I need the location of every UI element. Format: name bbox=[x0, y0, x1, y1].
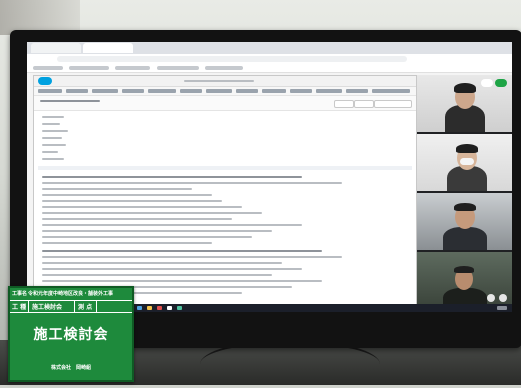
participant-video[interactable] bbox=[417, 75, 512, 132]
board-divider bbox=[28, 300, 29, 312]
search-input[interactable] bbox=[184, 80, 254, 82]
text-line bbox=[42, 188, 192, 190]
text-line bbox=[42, 274, 272, 276]
field-row bbox=[42, 137, 62, 139]
text-line bbox=[42, 212, 262, 214]
text-line bbox=[42, 206, 242, 208]
board-main-title: 施工検討会 bbox=[33, 327, 109, 343]
field-row bbox=[42, 144, 66, 146]
nav-item[interactable] bbox=[262, 89, 286, 93]
participant-body bbox=[443, 227, 487, 250]
text-line bbox=[42, 230, 272, 232]
board-subject-label: 工 種 bbox=[12, 304, 27, 311]
text-line bbox=[42, 250, 322, 252]
construction-sign-board: 工事名 令和元年度中崎地区改良・舗装外工事 工 種 施工検討会 測 点 施工検討… bbox=[8, 286, 134, 382]
text-line bbox=[42, 194, 212, 196]
app-icon[interactable] bbox=[157, 306, 162, 310]
more-icon[interactable] bbox=[499, 294, 507, 302]
nav-item[interactable] bbox=[206, 89, 232, 93]
camera-icon[interactable] bbox=[495, 79, 507, 87]
board-divider bbox=[74, 300, 75, 312]
text-line bbox=[42, 182, 342, 184]
nav-item[interactable] bbox=[290, 89, 312, 93]
bookmark-item[interactable] bbox=[69, 66, 109, 70]
browser-tab-bar bbox=[27, 42, 512, 54]
nav-item[interactable] bbox=[66, 89, 88, 93]
field-row bbox=[42, 158, 64, 160]
participant-body bbox=[445, 105, 485, 132]
app-nav-bar bbox=[34, 87, 416, 96]
board-company: 株式会社 岡崎組 bbox=[50, 365, 91, 371]
participant-hair bbox=[454, 203, 476, 211]
text-line bbox=[42, 268, 302, 270]
field-row bbox=[42, 116, 64, 118]
settings-icon[interactable] bbox=[487, 294, 495, 302]
start-icon[interactable] bbox=[137, 306, 142, 310]
participant-hair bbox=[456, 144, 478, 153]
bookmarks-bar bbox=[27, 64, 512, 73]
bookmark-item[interactable] bbox=[205, 66, 243, 70]
field-row bbox=[42, 151, 58, 153]
participant-video[interactable] bbox=[417, 134, 512, 191]
clock-icon bbox=[497, 306, 507, 310]
nav-item[interactable] bbox=[236, 89, 258, 93]
browser-tab-active[interactable] bbox=[83, 43, 133, 53]
nav-item[interactable] bbox=[148, 89, 176, 93]
text-line bbox=[42, 236, 252, 238]
text-line bbox=[42, 200, 222, 202]
header-button[interactable] bbox=[374, 100, 412, 108]
text-line bbox=[42, 256, 342, 258]
header-button[interactable] bbox=[354, 100, 374, 108]
header-button[interactable] bbox=[334, 100, 354, 108]
participant-video[interactable] bbox=[417, 252, 512, 309]
face-mask bbox=[460, 158, 474, 165]
text-line bbox=[42, 176, 302, 178]
mic-icon[interactable] bbox=[481, 79, 493, 87]
nav-item[interactable] bbox=[92, 89, 118, 93]
nav-item[interactable] bbox=[316, 89, 342, 93]
text-line bbox=[42, 280, 322, 282]
board-divider bbox=[96, 300, 97, 312]
participant-hair bbox=[454, 266, 474, 273]
nav-item[interactable] bbox=[372, 89, 410, 93]
board-header-label: 工事名 bbox=[12, 291, 28, 297]
monitor-screen bbox=[27, 42, 512, 312]
bookmark-item[interactable] bbox=[33, 66, 63, 70]
app-window bbox=[33, 75, 417, 312]
board-subject-value: 施工検討会 bbox=[32, 304, 63, 311]
url-input[interactable] bbox=[57, 56, 407, 62]
bookmark-item[interactable] bbox=[115, 66, 150, 70]
board-project-name: 令和元年度中崎地区改良・舗装外工事 bbox=[28, 291, 114, 297]
browser-icon[interactable] bbox=[167, 306, 172, 310]
bookmark-item[interactable] bbox=[157, 66, 199, 70]
field-row bbox=[42, 123, 60, 125]
nav-item[interactable] bbox=[346, 89, 368, 93]
record-header bbox=[34, 96, 416, 111]
folder-icon[interactable] bbox=[147, 306, 152, 310]
participant-cap bbox=[454, 83, 476, 93]
app-icon[interactable] bbox=[177, 306, 182, 310]
text-line bbox=[42, 262, 282, 264]
browser-tab[interactable] bbox=[31, 43, 81, 53]
board-location-label: 測 点 bbox=[78, 304, 93, 311]
cloud-logo-icon bbox=[38, 77, 52, 85]
text-line bbox=[42, 218, 232, 220]
text-line bbox=[42, 242, 212, 244]
video-call-panel bbox=[417, 75, 512, 312]
record-title bbox=[40, 100, 100, 102]
section-header[interactable] bbox=[38, 166, 412, 170]
text-line bbox=[42, 224, 302, 226]
nav-item[interactable] bbox=[122, 89, 144, 93]
nav-item[interactable] bbox=[38, 89, 62, 93]
nav-item[interactable] bbox=[180, 89, 202, 93]
participant-video[interactable] bbox=[417, 193, 512, 250]
field-row bbox=[42, 130, 68, 132]
app-header bbox=[34, 76, 416, 87]
